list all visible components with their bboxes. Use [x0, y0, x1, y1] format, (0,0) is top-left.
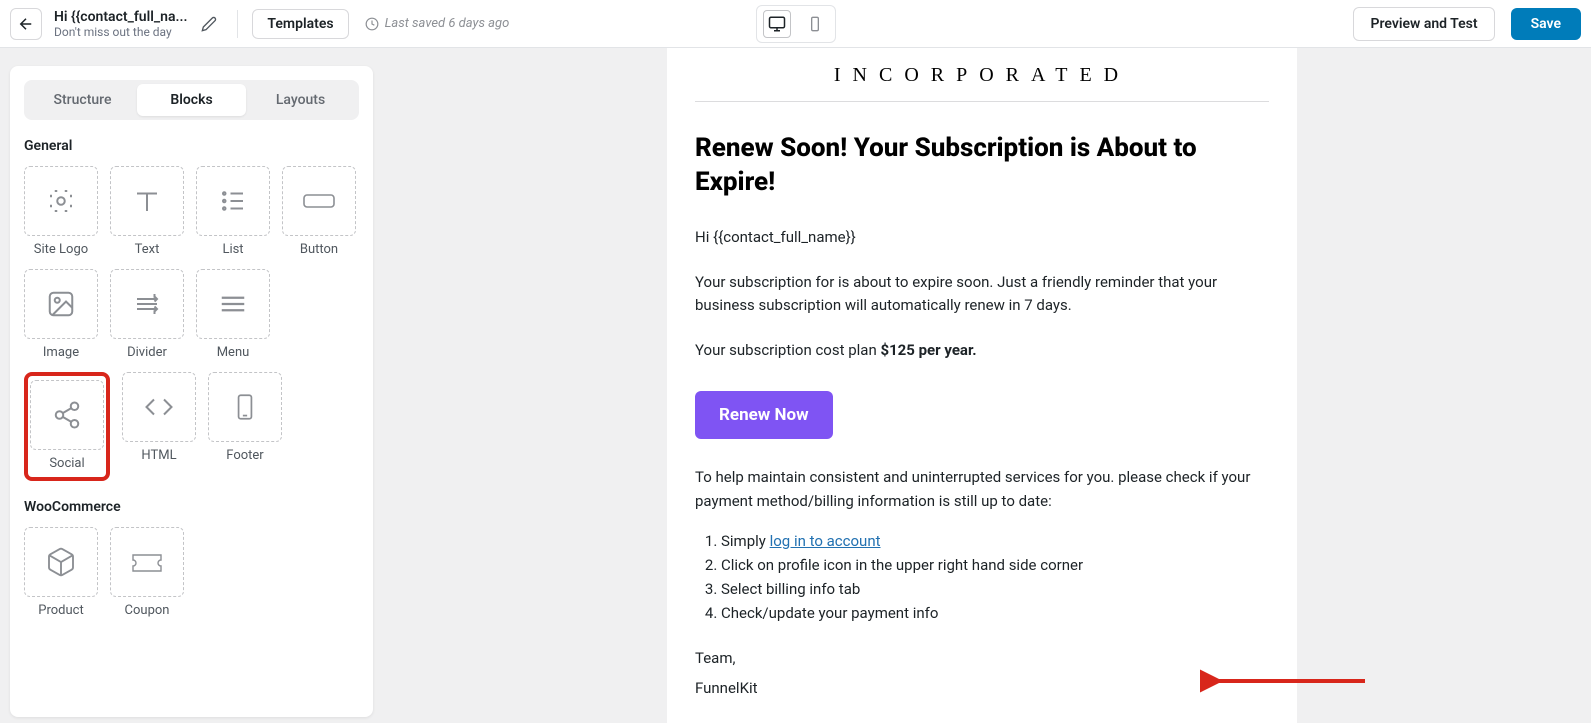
- product-icon: [45, 546, 77, 578]
- text-icon: [132, 186, 162, 216]
- desktop-icon: [768, 15, 786, 33]
- email-heading: Renew Soon! Your Subscription is About t…: [695, 132, 1269, 200]
- divider: [237, 10, 238, 38]
- site-logo-icon: [46, 186, 76, 216]
- preview-button[interactable]: Preview and Test: [1353, 7, 1494, 41]
- save-button[interactable]: Save: [1511, 8, 1581, 40]
- mobile-icon: [807, 16, 823, 32]
- block-html[interactable]: HTML: [122, 372, 196, 481]
- section-general: General: [24, 138, 359, 154]
- email-canvas-wrap: INCORPORATED Renew Soon! Your Subscripti…: [373, 48, 1591, 723]
- page-title-block: Hi {{contact_full_na... Don't miss out t…: [54, 9, 187, 39]
- last-saved-text: Last saved 6 days ago: [365, 16, 510, 31]
- clock-icon: [365, 17, 379, 31]
- email-paragraph-1: Your subscription for is about to expire…: [695, 271, 1269, 318]
- device-toggle: [756, 5, 836, 43]
- page-subtitle: Don't miss out the day: [54, 25, 187, 39]
- divider-line: [695, 101, 1269, 102]
- block-menu[interactable]: Menu: [196, 269, 270, 360]
- email-help-text: To help maintain consistent and uninterr…: [695, 465, 1269, 513]
- menu-icon: [218, 289, 248, 319]
- back-button[interactable]: [10, 8, 42, 40]
- tab-blocks[interactable]: Blocks: [137, 84, 246, 116]
- block-divider[interactable]: Divider: [110, 269, 184, 360]
- list-item: Check/update your payment info: [721, 601, 1269, 625]
- block-list[interactable]: List: [196, 166, 270, 257]
- tab-layouts[interactable]: Layouts: [246, 84, 355, 116]
- email-paragraph-2: Your subscription cost plan $125 per yea…: [695, 339, 1269, 362]
- renew-now-button[interactable]: Renew Now: [695, 391, 833, 439]
- list-item: Simply log in to account: [721, 529, 1269, 553]
- email-canvas[interactable]: INCORPORATED Renew Soon! Your Subscripti…: [667, 48, 1297, 723]
- block-coupon[interactable]: Coupon: [110, 527, 184, 618]
- brand-logo-text: INCORPORATED: [667, 48, 1297, 101]
- templates-button[interactable]: Templates: [252, 9, 348, 39]
- block-footer[interactable]: Footer: [208, 372, 282, 481]
- top-bar: Hi {{contact_full_na... Don't miss out t…: [0, 0, 1591, 48]
- signature-team: Team,: [695, 649, 1269, 667]
- footer-icon: [232, 392, 258, 422]
- pencil-icon: [201, 16, 217, 32]
- button-icon: [302, 189, 336, 213]
- tab-structure[interactable]: Structure: [28, 84, 137, 116]
- page-title: Hi {{contact_full_na...: [54, 9, 187, 25]
- block-site-logo[interactable]: Site Logo: [24, 166, 98, 257]
- block-button[interactable]: Button: [282, 166, 356, 257]
- divider-icon: [132, 289, 162, 319]
- list-item: Click on profile icon in the upper right…: [721, 553, 1269, 577]
- email-greeting: Hi {{contact_full_name}}: [695, 226, 1269, 249]
- list-icon: [218, 186, 248, 216]
- login-link[interactable]: log in to account: [770, 532, 881, 550]
- coupon-icon: [130, 549, 164, 575]
- block-product[interactable]: Product: [24, 527, 98, 618]
- block-image[interactable]: Image: [24, 269, 98, 360]
- list-item: Select billing info tab: [721, 577, 1269, 601]
- social-icon: [52, 400, 82, 430]
- mobile-view-button[interactable]: [801, 10, 829, 38]
- section-woocommerce: WooCommerce: [24, 499, 359, 515]
- block-text[interactable]: Text: [110, 166, 184, 257]
- edit-title-button[interactable]: [195, 10, 223, 38]
- signature-company: FunnelKit: [695, 679, 1269, 697]
- arrow-left-icon: [17, 15, 35, 33]
- html-icon: [144, 392, 174, 422]
- sidebar-panel: Structure Blocks Layouts General Site Lo…: [10, 66, 373, 717]
- desktop-view-button[interactable]: [763, 10, 791, 38]
- sidebar-tabs: Structure Blocks Layouts: [24, 80, 359, 120]
- block-social[interactable]: Social: [24, 372, 110, 481]
- steps-list: Simply log in to account Click on profil…: [721, 529, 1269, 625]
- image-icon: [46, 289, 76, 319]
